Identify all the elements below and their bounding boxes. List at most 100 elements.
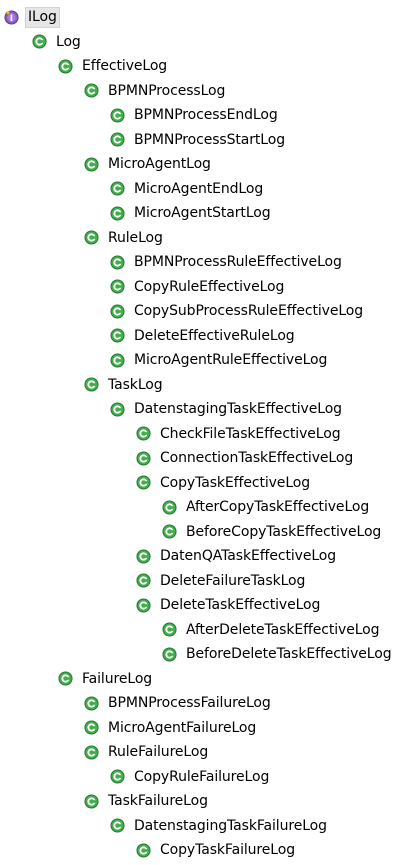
tree-node-microagentendlog[interactable]: MicroAgentEndLog [0,177,410,202]
class-icon [110,304,125,319]
class-icon [110,206,125,221]
class-icon [84,720,99,735]
selection-highlight: ILog [25,6,60,28]
tree-node-bpmnprocessruleeffectivelog[interactable]: BPMNProcessRuleEffectiveLog [0,250,410,275]
tree-node-label: MicroAgentStartLog [134,205,271,222]
tree-node-datenstagingtaskeffectivelog[interactable]: DatenstagingTaskEffectiveLog [0,397,410,422]
class-icon [84,794,99,809]
class-icon [110,818,125,833]
tree-node-label: ILog [28,9,57,26]
class-icon [136,451,151,466]
class-icon [84,230,99,245]
tree-node-afterdeletetaskeffectivelog[interactable]: AfterDeleteTaskEffectiveLog [0,618,410,643]
tree-node-copysubprocessruleeffectivelog[interactable]: CopySubProcessRuleEffectiveLog [0,299,410,324]
tree-node-bpmnprocessendlog[interactable]: BPMNProcessEndLog [0,103,410,128]
tree-node-taskfailurelog[interactable]: TaskFailureLog [0,789,410,814]
tree-node-label: DeleteEffectiveRuleLog [134,327,295,344]
tree-node-copytaskeffectivelog[interactable]: CopyTaskEffectiveLog [0,471,410,496]
class-icon [84,696,99,711]
class-icon [110,279,125,294]
tree-node-label: MicroAgentFailureLog [108,719,257,736]
class-icon [110,402,125,417]
interface-icon: I [4,10,19,25]
tree-node-label: CopySubProcessRuleEffectiveLog [134,303,364,320]
tree-node-label: BPMNProcessFailureLog [108,695,271,712]
class-icon [136,475,151,490]
tree-node-label: CopyTaskEffectiveLog [160,474,311,491]
class-icon [110,353,125,368]
tree-node-label: AfterCopyTaskEffectiveLog [186,499,370,516]
tree-node-label: EffectiveLog [82,58,168,75]
class-icon [110,328,125,343]
tree-node-connectiontaskeffectivelog[interactable]: ConnectionTaskEffectiveLog [0,446,410,471]
tree-node-label: RuleFailureLog [108,744,209,761]
tree-node-bpmnprocesslog[interactable]: BPMNProcessLog [0,79,410,104]
class-icon [136,549,151,564]
class-icon [58,671,73,686]
class-icon [32,34,47,49]
tree-node-rulelog[interactable]: RuleLog [0,226,410,251]
tree-node-beforedeletetaskeffectivelog[interactable]: BeforeDeleteTaskEffectiveLog [0,642,410,667]
tree-node-microagentstartlog[interactable]: MicroAgentStartLog [0,201,410,226]
tree-node-label: CopyRuleFailureLog [134,768,270,785]
tree-node-label: BPMNProcessLog [108,82,226,99]
class-icon [84,377,99,392]
tree-node-tasklog[interactable]: TaskLog [0,373,410,398]
class-icon [58,59,73,74]
tree-node-label: DatenQATaskEffectiveLog [160,548,337,565]
tree-node-label: DatenstagingTaskFailureLog [134,817,327,834]
tree-node-datenstagingtaskfailurelog[interactable]: DatenstagingTaskFailureLog [0,814,410,839]
tree-node-copyruleeffectivelog[interactable]: CopyRuleEffectiveLog [0,275,410,300]
tree-node-copyrulefailurelog[interactable]: CopyRuleFailureLog [0,765,410,790]
tree-node-label: DatenstagingTaskEffectiveLog [134,401,342,418]
class-icon [136,598,151,613]
tree-node-label: BPMNProcessStartLog [134,131,286,148]
tree-node-label: BPMNProcessRuleEffectiveLog [134,254,342,271]
tree-node-label: DeleteFailureTaskLog [160,572,306,589]
tree-node-label: TaskFailureLog [108,793,208,810]
class-icon [110,769,125,784]
class-icon [84,83,99,98]
tree-node-label: MicroAgentRuleEffectiveLog [134,352,328,369]
tree-node-label: BeforeDeleteTaskEffectiveLog [186,646,392,663]
tree-node-log[interactable]: Log [0,30,410,55]
tree-node-root[interactable]: I ILog [0,5,410,30]
class-icon [162,622,177,637]
tree-node-label: CopyTaskFailureLog [160,842,295,859]
tree-node-rulefailurelog[interactable]: RuleFailureLog [0,740,410,765]
tree-node-label: BPMNProcessEndLog [134,107,278,124]
tree-node-label: AfterDeleteTaskEffectiveLog [186,621,380,638]
tree-node-label: TaskLog [108,376,163,393]
tree-node-deletetaskeffectivelog[interactable]: DeleteTaskEffectiveLog [0,593,410,618]
tree-node-label: FailureLog [82,670,153,687]
tree-node-label: BeforeCopyTaskEffectiveLog [186,523,382,540]
tree-node-datenqataskeffectivelog[interactable]: DatenQATaskEffectiveLog [0,544,410,569]
tree-node-effectivelog[interactable]: EffectiveLog [0,54,410,79]
type-hierarchy-tree: I ILog Log EffectiveLog BPMNProcessLog BPMN… [0,5,410,863]
class-icon [110,132,125,147]
tree-node-copytaskfailurelog[interactable]: CopyTaskFailureLog [0,838,410,863]
tree-node-bpmnprocessfailurelog[interactable]: BPMNProcessFailureLog [0,691,410,716]
class-icon [110,255,125,270]
tree-node-beforecopytaskeffectivelog[interactable]: BeforeCopyTaskEffectiveLog [0,520,410,545]
tree-node-label: CheckFileTaskEffectiveLog [160,425,341,442]
tree-node-microagentfailurelog[interactable]: MicroAgentFailureLog [0,716,410,741]
tree-node-microagentruleeffectivelog[interactable]: MicroAgentRuleEffectiveLog [0,348,410,373]
class-icon [136,426,151,441]
tree-node-label: MicroAgentEndLog [134,180,264,197]
class-icon [84,157,99,172]
class-icon [162,647,177,662]
class-icon [136,573,151,588]
tree-node-failurelog[interactable]: FailureLog [0,667,410,692]
svg-text:I: I [10,13,13,23]
tree-node-label: CopyRuleEffectiveLog [134,278,285,295]
tree-node-checkfiletaskeffectivelog[interactable]: CheckFileTaskEffectiveLog [0,422,410,447]
class-icon [162,500,177,515]
tree-node-label: MicroAgentLog [108,156,211,173]
tree-node-microagentlog[interactable]: MicroAgentLog [0,152,410,177]
tree-node-deleteeffectiverulelog[interactable]: DeleteEffectiveRuleLog [0,324,410,349]
tree-node-bpmnprocessstartlog[interactable]: BPMNProcessStartLog [0,128,410,153]
tree-node-label: RuleLog [108,229,163,246]
tree-node-deletefailuretasklog[interactable]: DeleteFailureTaskLog [0,569,410,594]
tree-node-aftercopytaskeffectivelog[interactable]: AfterCopyTaskEffectiveLog [0,495,410,520]
